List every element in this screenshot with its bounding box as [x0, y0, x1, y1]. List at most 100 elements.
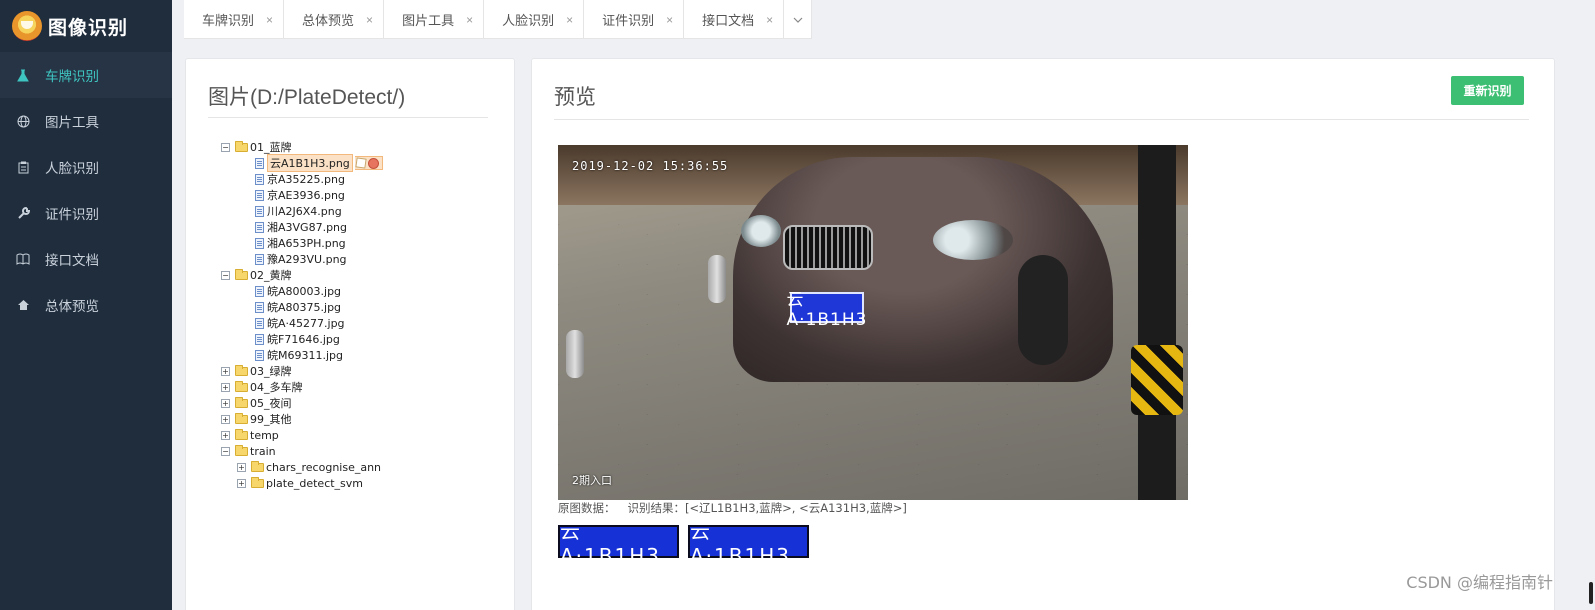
expand-icon[interactable]: + [221, 366, 230, 376]
tree-folder[interactable]: +99_其他 [221, 411, 383, 427]
tree-label[interactable]: 01_蓝牌 [250, 139, 292, 155]
tree-file[interactable]: 皖A80003.jpg [221, 283, 383, 299]
tree-label[interactable]: 皖F71646.jpg [267, 331, 340, 347]
edit-icon[interactable] [355, 157, 367, 169]
tree-label[interactable]: 皖M69311.jpg [267, 347, 343, 363]
file-icon [255, 285, 264, 297]
tree-file[interactable]: 京AE3936.png [221, 187, 383, 203]
folder-icon [235, 140, 248, 152]
tree-file[interactable]: 皖F71646.jpg [221, 331, 383, 347]
flask-icon [16, 68, 30, 82]
tree-label[interactable]: 99_其他 [250, 411, 292, 427]
sidebar-item-id-recognition[interactable]: 证件识别 [0, 190, 172, 236]
folder-icon [235, 412, 248, 424]
tree-folder[interactable]: +05_夜间 [221, 395, 383, 411]
tab-face-recognition[interactable]: 人脸识别 × [484, 0, 585, 39]
tree-label[interactable]: 京AE3936.png [267, 187, 345, 203]
app-logo[interactable]: 图像识别 [0, 0, 172, 52]
file-icon [255, 221, 264, 233]
delete-icon[interactable] [367, 157, 379, 169]
tab-id-recognition[interactable]: 证件识别 × [584, 0, 685, 39]
tree-label[interactable]: train [250, 445, 276, 458]
tree-label[interactable]: 湘A653PH.png [267, 235, 346, 251]
collapse-icon[interactable]: − [221, 446, 230, 456]
tree-label[interactable]: plate_detect_svm [266, 477, 363, 490]
expand-icon[interactable]: + [221, 398, 230, 408]
tree-file[interactable]: 皖M69311.jpg [221, 347, 383, 363]
photo-bollard [708, 255, 726, 303]
tree-label[interactable]: 豫A293VU.png [267, 251, 347, 267]
tree-file[interactable]: 川A2J6X4.png [221, 203, 383, 219]
result-line: 原图数据： 识别结果：[<辽L1B1H3,蓝牌>, <云A131H3,蓝牌>] [558, 500, 907, 516]
tree-label[interactable]: 皖A80375.jpg [267, 299, 341, 315]
sidebar-menu: 车牌识别 图片工具 人脸识别 证件识别 接口文档 总体预览 [0, 52, 172, 328]
tree-label[interactable]: 02_黄牌 [250, 267, 292, 283]
photo-timestamp: 2019-12-02 15:36:55 [572, 159, 729, 173]
tree-label[interactable]: 05_夜间 [250, 395, 292, 411]
tree-folder[interactable]: − train [221, 443, 383, 459]
tree-label[interactable]: temp [250, 429, 279, 442]
file-icon [255, 317, 264, 329]
tree-file[interactable]: 豫A293VU.png [221, 251, 383, 267]
tab-image-tools[interactable]: 图片工具 × [384, 0, 485, 39]
sidebar-item-overview[interactable]: 总体预览 [0, 282, 172, 328]
tab-overview[interactable]: 总体预览 × [284, 0, 385, 39]
tree-folder[interactable]: +04_多车牌 [221, 379, 383, 395]
tree-file[interactable]: 云A1B1H3.png [221, 154, 383, 172]
tree-folder[interactable]: + temp [221, 427, 383, 443]
collapse-icon[interactable]: − [221, 270, 230, 280]
expand-icon[interactable]: + [221, 414, 230, 424]
expand-icon[interactable]: + [221, 430, 230, 440]
expand-icon[interactable]: + [221, 382, 230, 392]
tab-plate-recognition[interactable]: 车牌识别 × [184, 0, 285, 39]
divider [208, 117, 488, 118]
tree-label[interactable]: 皖A·45277.jpg [267, 315, 345, 331]
tree-label[interactable]: chars_recognise_ann [266, 461, 381, 474]
wrench-icon [16, 206, 30, 220]
close-icon[interactable]: × [666, 13, 673, 27]
tree-folder[interactable]: +03_绿牌 [221, 363, 383, 379]
expand-icon[interactable]: + [237, 478, 246, 488]
sidebar-item-image-tools[interactable]: 图片工具 [0, 98, 172, 144]
sidebar-item-face-recognition[interactable]: 人脸识别 [0, 144, 172, 190]
tree-folder[interactable]: + chars_recognise_ann [221, 459, 383, 475]
tree-folder[interactable]: − 02_黄牌 [221, 267, 383, 283]
tree-file[interactable]: 湘A3VG87.png [221, 219, 383, 235]
tree-label[interactable]: 云A1B1H3.png [267, 154, 353, 172]
sidebar-item-api-docs[interactable]: 接口文档 [0, 236, 172, 282]
tree-folder[interactable]: − 01_蓝牌 [221, 139, 383, 155]
tree-label[interactable]: 03_绿牌 [250, 363, 292, 379]
tab-more-dropdown[interactable] [784, 0, 813, 39]
tree-label[interactable]: 湘A3VG87.png [267, 219, 347, 235]
close-icon[interactable]: × [466, 13, 473, 27]
close-icon[interactable]: × [266, 13, 273, 27]
photo-wheel [1018, 255, 1068, 365]
tree-folder[interactable]: + plate_detect_svm [221, 475, 383, 491]
tree-label[interactable]: 京A35225.png [267, 171, 345, 187]
photo-caption: 2期入口 [572, 474, 612, 487]
file-icon [255, 237, 264, 249]
close-icon[interactable]: × [766, 13, 773, 27]
photo-headlight [933, 220, 1013, 260]
tree-label[interactable]: 川A2J6X4.png [267, 203, 342, 219]
tab-api-docs[interactable]: 接口文档 × [684, 0, 785, 39]
tree-file[interactable]: 皖A·45277.jpg [221, 315, 383, 331]
tree-label[interactable]: 皖A80003.jpg [267, 283, 341, 299]
scrollbar[interactable] [1589, 582, 1593, 604]
close-icon[interactable]: × [566, 13, 573, 27]
close-icon[interactable]: × [366, 13, 373, 27]
collapse-icon[interactable]: − [221, 142, 230, 152]
tab-label: 接口文档 [702, 13, 755, 28]
tree-file[interactable]: 京A35225.png [221, 171, 383, 187]
re-recognize-button[interactable]: 重新识别 [1451, 76, 1524, 105]
tree-file[interactable]: 湘A653PH.png [221, 235, 383, 251]
image-tree-panel: 图片(D:/PlateDetect/) − 01_蓝牌 云A1B1H3.png 京A3… [185, 58, 515, 610]
file-icon [255, 349, 264, 361]
tree-file[interactable]: 皖A80375.jpg [221, 299, 383, 315]
expand-icon[interactable]: + [237, 462, 246, 472]
sidebar-item-plate-recognition[interactable]: 车牌识别 [0, 52, 172, 98]
folder-icon [235, 444, 248, 456]
file-icon [255, 189, 264, 201]
file-icon [255, 157, 264, 169]
tree-label[interactable]: 04_多车牌 [250, 379, 303, 395]
